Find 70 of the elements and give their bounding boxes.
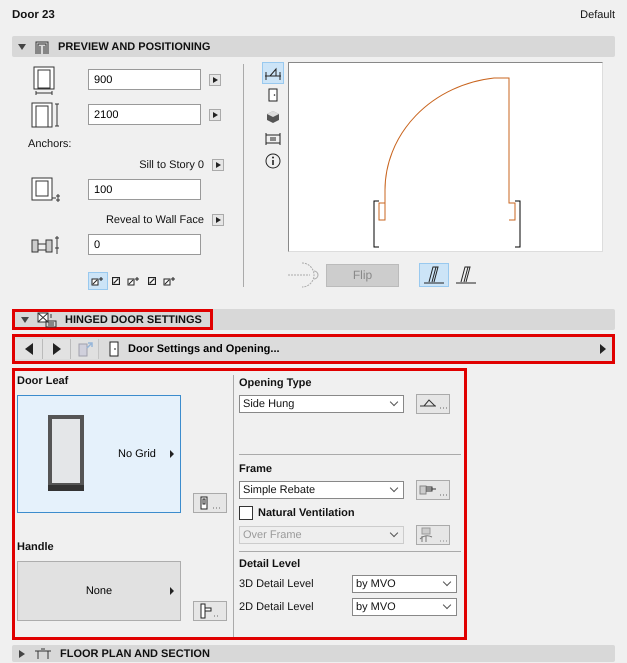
- section-icon: [264, 132, 282, 146]
- page-selector[interactable]: Door Settings and Opening...: [99, 339, 612, 359]
- reveal-anchor-label: Reveal to Wall Face: [106, 214, 204, 226]
- width-menu-button[interactable]: [209, 74, 221, 86]
- detail-level-dropdown[interactable]: by MVO: [352, 598, 457, 616]
- door-icon: [268, 88, 278, 102]
- door-leaf-icon: [423, 265, 445, 285]
- door-leaf-icon: [455, 265, 477, 285]
- section-header[interactable]: PREVIEW AND POSITIONING: [12, 36, 615, 57]
- preset-label: Default: [580, 9, 615, 21]
- handle-icon: [199, 603, 221, 619]
- view-tab[interactable]: [262, 62, 284, 84]
- next-page-button[interactable]: [43, 339, 71, 359]
- frame-heading: Frame: [239, 463, 274, 475]
- opening-swing-icon: [418, 398, 448, 410]
- handle-heading: Handle: [17, 541, 55, 553]
- floor-plan-icon: [264, 66, 282, 80]
- anchor-icon: [148, 276, 156, 286]
- detail-level-heading: Detail Level: [239, 558, 302, 570]
- right-triangle-icon: [52, 343, 60, 355]
- frame-dropdown[interactable]: Simple Rebate: [239, 481, 404, 499]
- door-settings-icon: [37, 312, 57, 328]
- anchor-icon: [91, 276, 105, 286]
- sill-field[interactable]: 100: [88, 179, 201, 200]
- door-leaf-heading: Door Leaf: [17, 375, 70, 387]
- detail-level-dropdown[interactable]: by MVO: [352, 575, 457, 593]
- sill-anchor-label: Sill to Story 0: [139, 159, 204, 171]
- opening-type-settings-button[interactable]: [416, 394, 450, 414]
- door-leaf-icon: [199, 496, 221, 510]
- anchor-icon: [112, 276, 120, 286]
- frame-settings-button[interactable]: [416, 480, 450, 500]
- export-icon: [76, 340, 94, 358]
- expand-triangle-icon: [19, 650, 25, 658]
- door-leaf-picker[interactable]: No Grid: [17, 395, 181, 513]
- leaf-settings-button[interactable]: [193, 493, 227, 513]
- door-icon: [109, 341, 119, 357]
- cube-icon: [266, 110, 280, 124]
- opening-type-heading: Opening Type: [239, 377, 313, 389]
- width-field[interactable]: 900: [88, 69, 201, 90]
- anchors-label: Anchors:: [28, 138, 72, 152]
- element-title: Door 23: [12, 9, 55, 21]
- anchor-option-button[interactable]: [88, 272, 108, 290]
- height-field[interactable]: 2100: [88, 104, 201, 125]
- handle-settings-button[interactable]: [193, 601, 227, 621]
- right-triangle-icon: [600, 344, 606, 354]
- expand-triangle-icon: [21, 316, 29, 322]
- anchor-icon: [127, 276, 141, 286]
- opening-side-button[interactable]: [419, 263, 449, 287]
- expand-triangle-icon: [18, 44, 26, 50]
- info-icon: [265, 153, 281, 169]
- height-menu-button[interactable]: [209, 108, 221, 120]
- ventilation-label: Natural Ventilation: [258, 507, 355, 519]
- reveal-field[interactable]: 0: [88, 234, 201, 255]
- floor-plan-icon: [34, 648, 52, 660]
- ventilation-icon: [418, 527, 448, 543]
- opening-type-dropdown[interactable]: Side Hung: [239, 395, 404, 413]
- detail-level-label: 2D Detail Level: [239, 601, 314, 613]
- ventilation-settings-button[interactable]: [416, 525, 450, 545]
- detail-level-label: 3D Detail Level: [239, 578, 314, 590]
- door-frame-icon: [34, 38, 50, 54]
- anchor-icon: [163, 276, 177, 286]
- reveal-menu-button[interactable]: [212, 214, 224, 226]
- section-header[interactable]: FLOOR PLAN AND SECTION: [12, 645, 615, 662]
- door-panel-icon: [48, 415, 86, 493]
- frame-profile-icon: [418, 483, 448, 497]
- left-triangle-icon: [24, 343, 32, 355]
- sill-menu-button[interactable]: [212, 159, 224, 171]
- previous-page-button[interactable]: [15, 339, 43, 359]
- handle-picker[interactable]: None: [17, 561, 181, 621]
- section-header[interactable]: HINGED DOOR SETTINGS: [12, 309, 213, 330]
